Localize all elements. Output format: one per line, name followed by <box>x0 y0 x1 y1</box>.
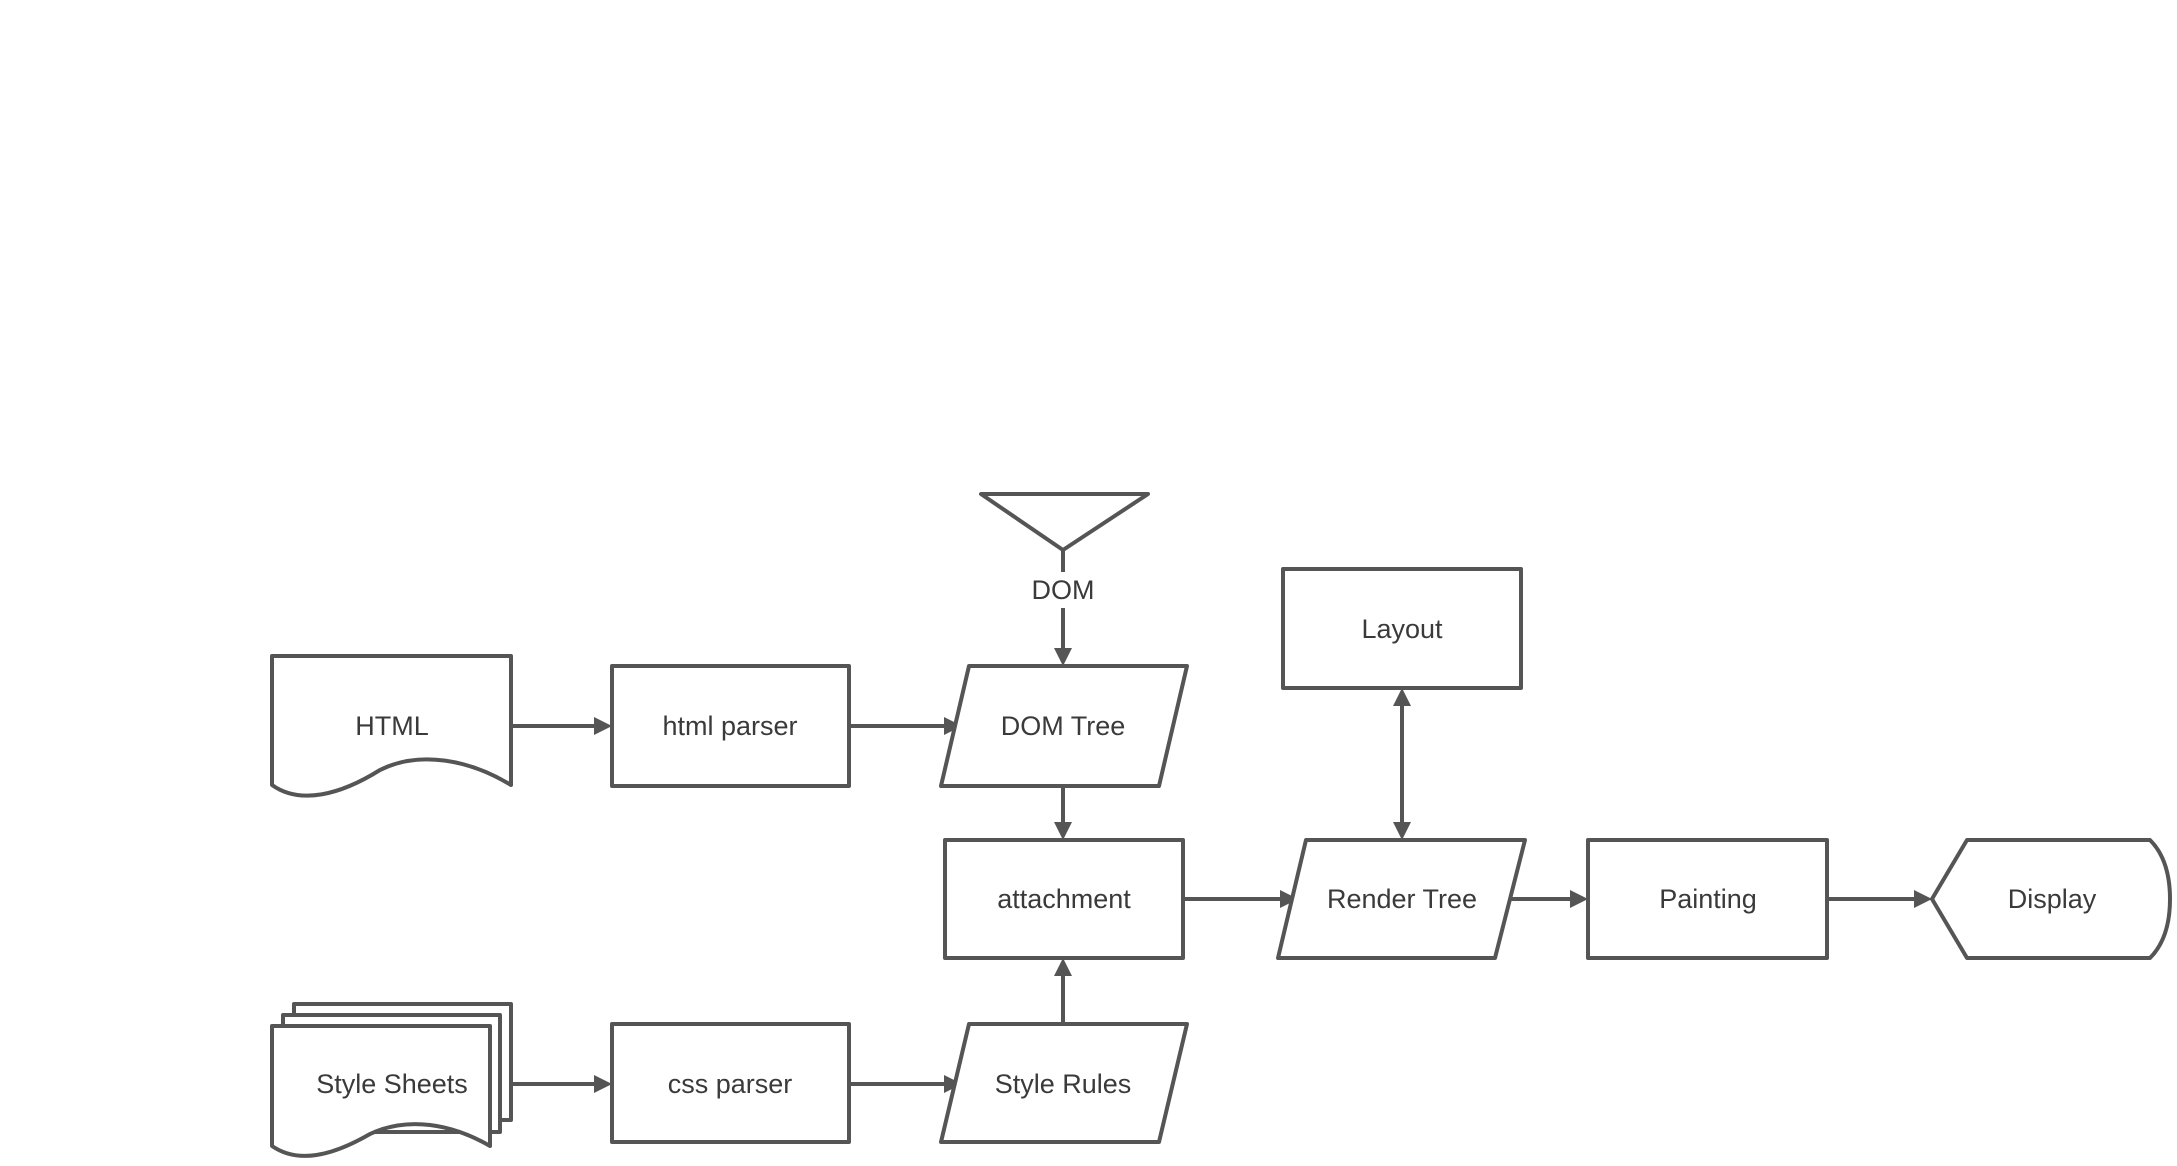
node-html-parser[interactable]: html parser <box>610 664 851 788</box>
node-label: css parser <box>668 1069 793 1099</box>
node-label: DOM <box>1032 575 1095 605</box>
edge-attachment-to-render-tree <box>1183 890 1298 908</box>
node-label: Layout <box>1361 614 1443 644</box>
edge-painting-to-display <box>1827 890 1932 908</box>
node-dom-source[interactable]: DOM <box>979 492 1150 608</box>
node-layout[interactable]: Layout <box>1281 567 1523 690</box>
node-label: html parser <box>662 711 797 741</box>
edge-html-parser-to-dom-tree <box>849 717 962 735</box>
node-painting[interactable]: Painting <box>1586 838 1829 960</box>
node-label: Style Sheets <box>316 1069 468 1099</box>
node-label: Style Rules <box>995 1069 1132 1099</box>
node-label: Painting <box>1659 884 1757 914</box>
node-label: HTML <box>355 711 429 741</box>
edge-html-to-html-parser <box>511 717 612 735</box>
node-render-tree[interactable]: Render Tree <box>1276 838 1527 960</box>
node-html-document[interactable]: HTML <box>270 654 513 798</box>
node-display[interactable]: Display <box>1930 838 2172 960</box>
edge-render-tree-to-painting <box>1503 890 1588 908</box>
edge-dom-tree-to-attachment <box>1054 786 1072 840</box>
edge-style-rules-to-attachment <box>1054 958 1072 1024</box>
node-style-rules[interactable]: Style Rules <box>939 1022 1189 1144</box>
edge-style-sheets-to-css-parser <box>511 1075 612 1093</box>
node-css-parser[interactable]: css parser <box>610 1022 851 1144</box>
flowchart-canvas: HTML html parser DOM DOM Tree attachment… <box>270 492 2172 1158</box>
edge-css-parser-to-style-rules <box>849 1075 962 1093</box>
node-label: DOM Tree <box>1001 711 1126 741</box>
node-dom-tree[interactable]: DOM Tree <box>939 664 1189 788</box>
node-attachment[interactable]: attachment <box>943 838 1185 960</box>
node-label: Render Tree <box>1327 884 1477 914</box>
node-label: Display <box>2008 884 2097 914</box>
node-label: attachment <box>997 884 1131 914</box>
edge-render-tree-layout-bidirectional <box>1393 688 1411 840</box>
triangle-shape <box>979 492 1150 552</box>
node-style-sheets[interactable]: Style Sheets <box>270 1002 513 1158</box>
